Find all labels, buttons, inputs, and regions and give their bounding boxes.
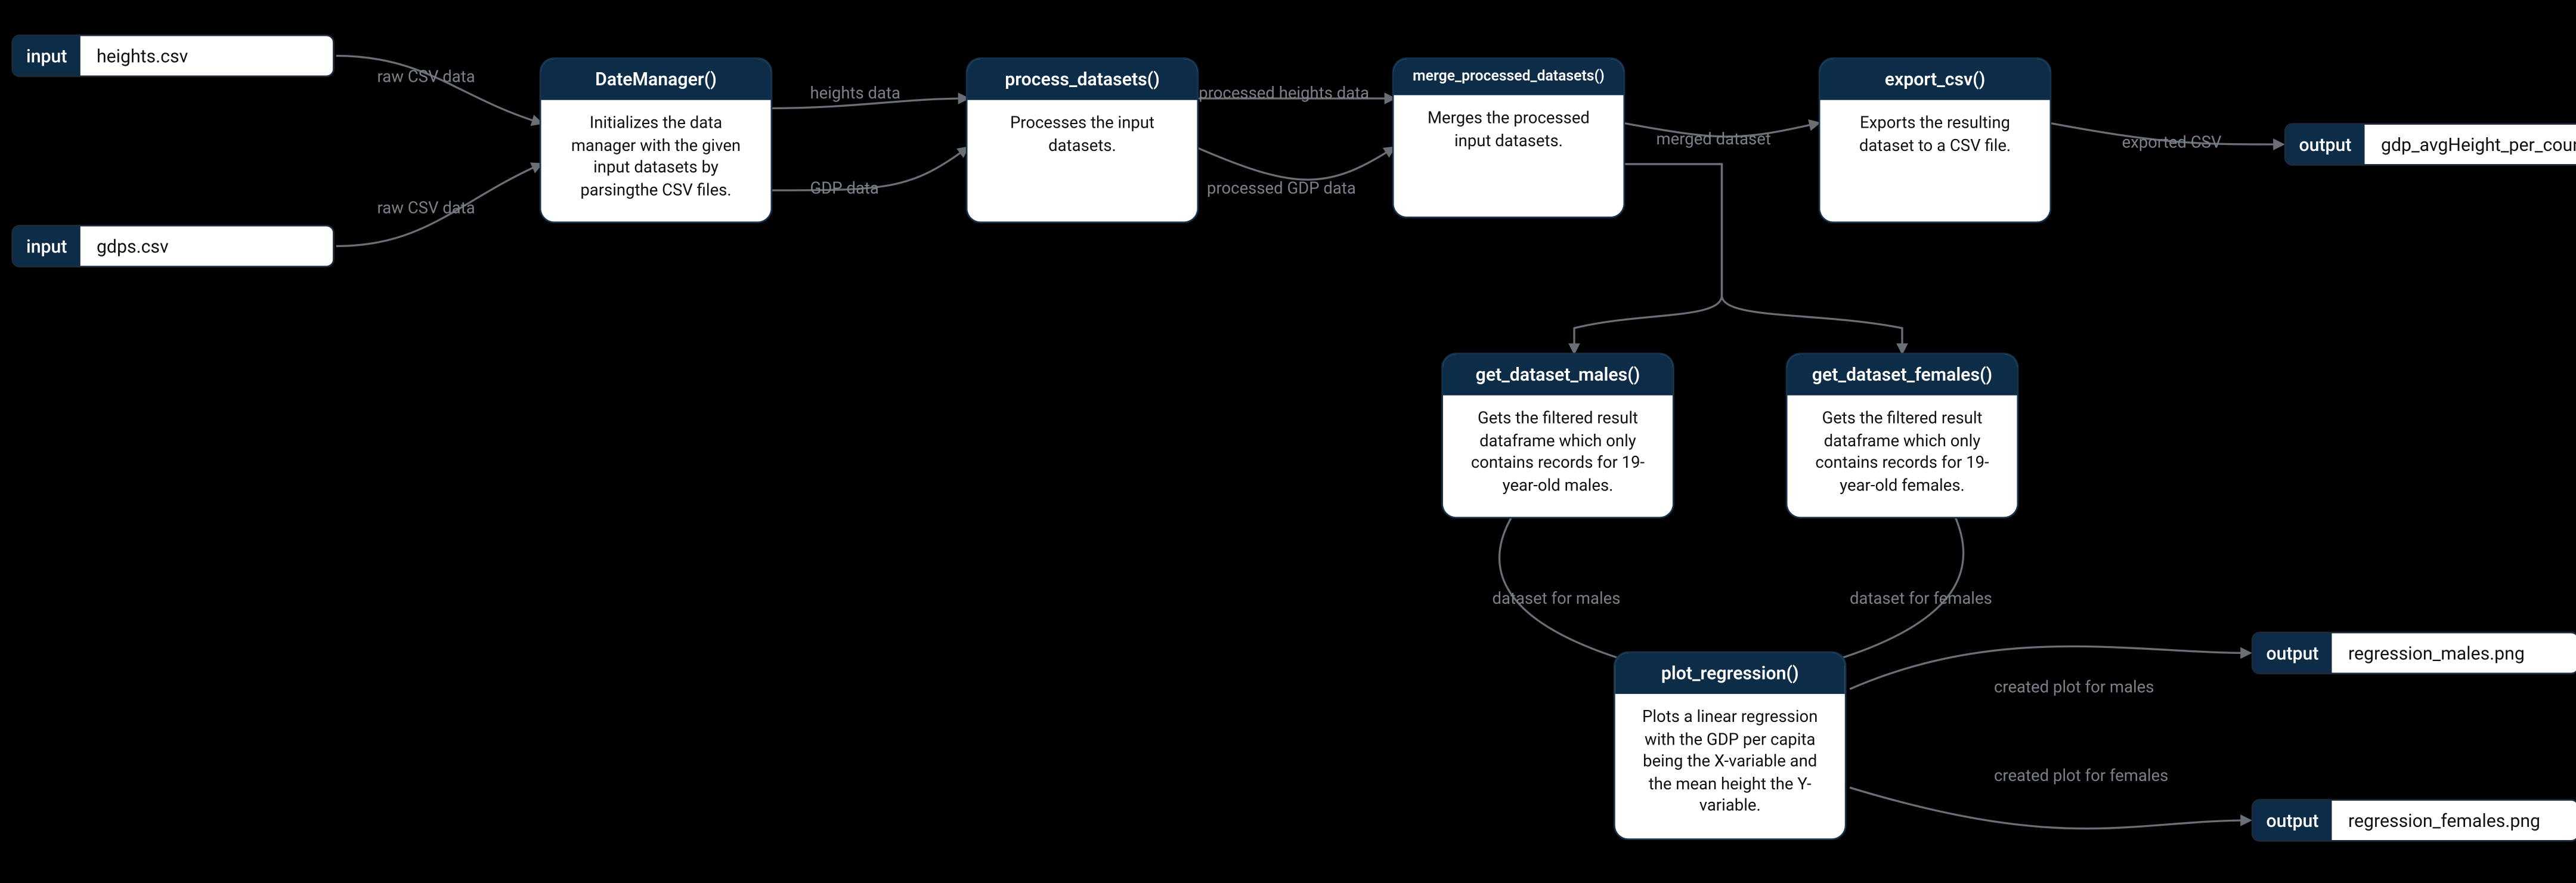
edge-label-merged: merged dataset: [1657, 131, 1771, 149]
input-heights-value: heights.csv: [80, 36, 333, 76]
node-title: DateManager(): [541, 59, 771, 100]
input-tag: input: [13, 227, 80, 266]
edge-label-plot-males: created plot for males: [1994, 680, 2154, 697]
node-title: process_datasets(): [968, 59, 1197, 100]
edge-label-exported: exported CSV: [2122, 135, 2222, 153]
output-main-csv: output gdp_avgHeight_per_country.csv: [2286, 125, 2576, 164]
input-heights-csv: input heights.csv: [13, 36, 333, 76]
node-plot-regression: plot_regression() Plots a linear regress…: [1615, 653, 1845, 838]
input-tag: input: [13, 36, 80, 76]
node-body: Processes the input datasets.: [968, 100, 1197, 222]
output-tag: output: [2286, 125, 2365, 164]
node-process-datasets: process_datasets() Processes the input d…: [968, 59, 1197, 221]
edge-label-ds-males: dataset for males: [1493, 591, 1621, 609]
node-export-csv: export_csv() Exports the resulting datas…: [1820, 59, 2050, 221]
node-get-females: get_dataset_females() Gets the filtered …: [1788, 354, 2017, 517]
edge-label-plot-females: created plot for females: [1994, 768, 2168, 786]
node-body: Initializes the data manager with the gi…: [541, 100, 771, 222]
node-body: Gets the filtered result dataframe which…: [1788, 396, 2017, 517]
node-body: Plots a linear regression with the GDP p…: [1615, 694, 1845, 838]
edge-label-raw1: raw CSV data: [377, 69, 475, 87]
edges-layer: [0, 0, 2576, 883]
output-males-value: regression_males.png: [2332, 634, 2576, 673]
node-title: get_dataset_females(): [1788, 354, 2017, 396]
input-gdps-value: gdps.csv: [80, 227, 333, 266]
node-get-males: get_dataset_males() Gets the filtered re…: [1443, 354, 1673, 517]
node-title: plot_regression(): [1615, 653, 1845, 694]
input-gdps-csv: input gdps.csv: [13, 227, 333, 266]
output-tag: output: [2253, 634, 2332, 673]
output-main-value: gdp_avgHeight_per_country.csv: [2365, 125, 2576, 164]
edge-label-proc-gdp: processed GDP data: [1207, 181, 1356, 199]
edge-label-ds-females: dataset for females: [1850, 591, 1992, 609]
edge-label-gdp: GDP data: [810, 181, 879, 199]
node-title: merge_processed_datasets(): [1394, 59, 1624, 95]
node-date-manager: DateManager() Initializes the data manag…: [541, 59, 771, 221]
output-males-png: output regression_males.png: [2253, 634, 2576, 673]
node-body: Gets the filtered result dataframe which…: [1443, 396, 1673, 517]
edge-label-raw2: raw CSV data: [377, 200, 475, 218]
output-females-value: regression_females.png: [2332, 801, 2576, 840]
node-title: get_dataset_males(): [1443, 354, 1673, 396]
edge-label-proc-heights: processed heights data: [1199, 85, 1369, 103]
node-body: Exports the resulting dataset to a CSV f…: [1820, 100, 2050, 222]
node-merge-processed: merge_processed_datasets() Merges the pr…: [1394, 59, 1624, 217]
node-title: export_csv(): [1820, 59, 2050, 100]
edge-label-heights: heights data: [810, 85, 900, 103]
output-females-png: output regression_females.png: [2253, 801, 2576, 840]
output-tag: output: [2253, 801, 2332, 840]
node-body: Merges the processed input datasets.: [1394, 95, 1624, 217]
